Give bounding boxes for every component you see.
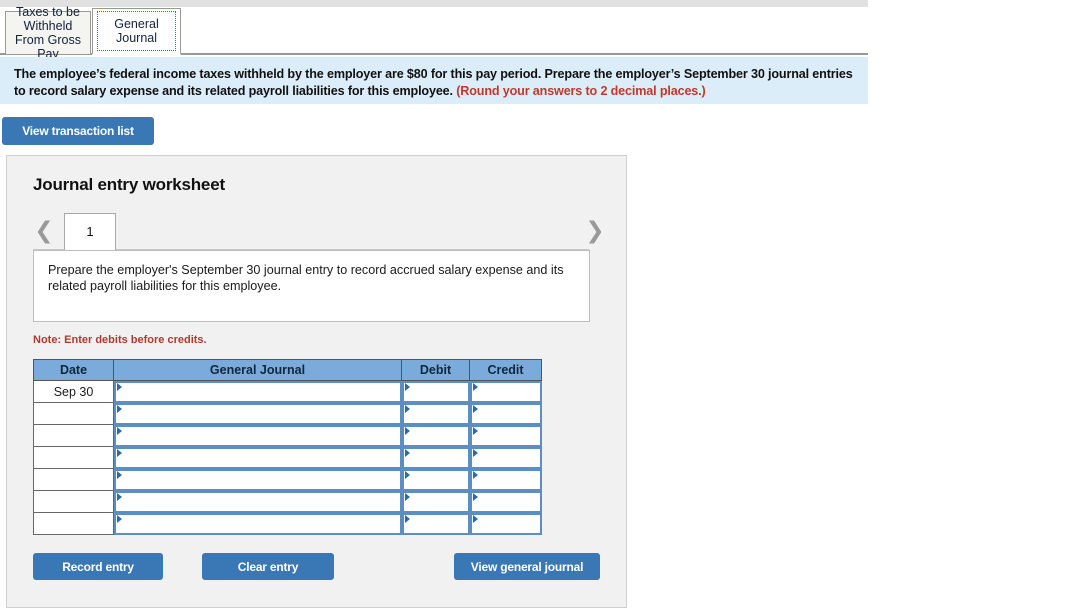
instruction-text: The employee’s federal income taxes with… [14, 66, 856, 100]
credit-input[interactable] [469, 490, 542, 513]
credit-cell[interactable] [469, 512, 542, 535]
general-journal-input[interactable] [114, 512, 402, 535]
worksheet-pager: ❮ 1 ❯ [7, 210, 628, 250]
credit-cell[interactable] [469, 402, 542, 425]
rounding-note: (Round your answers to 2 decimal places.… [456, 84, 706, 98]
date-cell[interactable] [33, 446, 114, 469]
date-cell[interactable] [33, 468, 114, 491]
general-journal-input[interactable] [114, 490, 402, 513]
general-journal-cell[interactable] [113, 490, 402, 513]
debit-cell[interactable] [401, 490, 470, 513]
credit-cell[interactable] [469, 468, 542, 491]
credit-cell[interactable] [469, 490, 542, 513]
debit-input[interactable] [401, 490, 470, 513]
clear-entry-button[interactable]: Clear entry [202, 553, 334, 580]
worksheet-prompt-text: Prepare the employer's September 30 jour… [48, 263, 564, 293]
debit-cell[interactable] [401, 468, 470, 491]
tab-general-journal-label: General Journal [97, 11, 176, 51]
journal-entry-table-body: Sep 30 [33, 380, 542, 535]
table-row [33, 490, 542, 513]
worksheet-page-tab-1[interactable]: 1 [64, 213, 116, 250]
general-journal-input[interactable] [114, 402, 402, 425]
debit-input[interactable] [401, 468, 470, 491]
credit-input[interactable] [469, 381, 542, 403]
credit-cell[interactable] [469, 424, 542, 447]
debit-input[interactable] [401, 512, 470, 535]
credit-input[interactable] [469, 424, 542, 447]
date-cell[interactable] [33, 512, 114, 535]
page-title: Journal entry worksheet [33, 175, 225, 194]
instruction-banner: The employee’s federal income taxes with… [0, 57, 868, 104]
credit-cell[interactable] [469, 380, 542, 403]
credit-cell[interactable] [469, 446, 542, 469]
chevron-right-icon[interactable]: ❯ [584, 218, 606, 242]
tab-taxes-to-be-withheld[interactable]: Taxes to be Withheld From Gross Pay [5, 5, 91, 61]
journal-entry-worksheet-panel: Journal entry worksheet ❮ 1 ❯ Prepare th… [6, 155, 627, 608]
chevron-left-icon[interactable]: ❮ [33, 218, 55, 242]
tab-bar: Taxes to be Withheld From Gross Pay Gene… [0, 5, 868, 61]
date-cell[interactable] [33, 402, 114, 425]
credit-input[interactable] [469, 402, 542, 425]
table-row [33, 446, 542, 469]
debit-input[interactable] [401, 424, 470, 447]
general-journal-cell[interactable] [113, 380, 402, 403]
date-cell[interactable]: Sep 30 [33, 380, 114, 403]
credit-input[interactable] [469, 446, 542, 469]
table-row [33, 424, 542, 447]
instruction-body: The employee’s federal income taxes with… [14, 67, 853, 98]
date-cell[interactable] [33, 424, 114, 447]
view-transaction-list-button[interactable]: View transaction list [2, 117, 154, 145]
table-row [33, 512, 542, 535]
general-journal-input[interactable] [114, 446, 402, 469]
debit-cell[interactable] [401, 402, 470, 425]
debit-input[interactable] [401, 446, 470, 469]
record-entry-button[interactable]: Record entry [33, 553, 163, 580]
general-journal-cell[interactable] [113, 468, 402, 491]
tab-taxes-to-be-withheld-label: Taxes to be Withheld From Gross Pay [15, 5, 81, 61]
column-header-date: Date [33, 359, 114, 381]
table-row [33, 468, 542, 491]
debit-input[interactable] [401, 402, 470, 425]
general-journal-input[interactable] [114, 468, 402, 491]
journal-entry-table: Date General Journal Debit Credit Sep 30 [33, 359, 542, 535]
column-header-credit: Credit [469, 359, 542, 381]
general-journal-cell[interactable] [113, 424, 402, 447]
column-header-debit: Debit [401, 359, 470, 381]
debit-cell[interactable] [401, 424, 470, 447]
credit-input[interactable] [469, 468, 542, 491]
view-general-journal-button[interactable]: View general journal [454, 553, 600, 580]
table-header-row: Date General Journal Debit Credit [33, 359, 542, 381]
debit-cell[interactable] [401, 446, 470, 469]
table-row [33, 402, 542, 425]
general-journal-cell[interactable] [113, 402, 402, 425]
table-row: Sep 30 [33, 380, 542, 403]
debit-input[interactable] [401, 381, 470, 403]
debits-before-credits-note: Note: Enter debits before credits. [33, 334, 207, 346]
debit-cell[interactable] [401, 380, 470, 403]
worksheet-prompt-box: Prepare the employer's September 30 jour… [33, 250, 590, 322]
debit-cell[interactable] [401, 512, 470, 535]
tab-general-journal[interactable]: General Journal [92, 8, 181, 55]
general-journal-cell[interactable] [113, 512, 402, 535]
general-journal-input[interactable] [114, 424, 402, 447]
top-gray-strip [0, 0, 868, 7]
column-header-general-journal: General Journal [113, 359, 402, 381]
general-journal-cell[interactable] [113, 446, 402, 469]
date-cell[interactable] [33, 490, 114, 513]
general-journal-input[interactable] [114, 381, 402, 403]
credit-input[interactable] [469, 512, 542, 535]
